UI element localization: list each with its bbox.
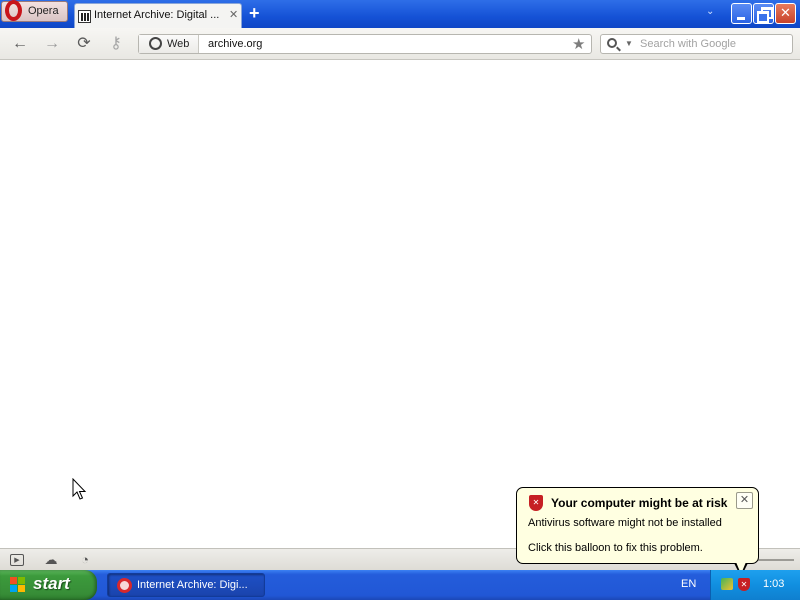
navigation-toolbar: ← → ⟳ ⚷ Web archive.org ★ ▼ Search with …: [0, 28, 800, 60]
clock[interactable]: 1:03: [763, 578, 784, 590]
forward-arrow-icon[interactable]: →: [42, 34, 62, 54]
opera-logo-icon: [5, 0, 22, 21]
search-engine-dropdown-icon[interactable]: ▼: [625, 39, 633, 48]
start-button[interactable]: start: [0, 570, 97, 600]
security-alert-balloon[interactable]: ✕ Your computer might be at risk ✕ Antiv…: [516, 487, 759, 564]
reload-icon[interactable]: ⟳: [74, 34, 94, 54]
taskbar-window-title: Internet Archive: Digi...: [137, 579, 248, 591]
close-window-button[interactable]: [775, 3, 796, 24]
star-bookmark-icon[interactable]: ★: [572, 35, 585, 53]
balloon-action-text[interactable]: Click this balloon to fix this problem.: [528, 542, 703, 554]
balloon-title: Your computer might be at risk: [551, 496, 728, 510]
minimize-button[interactable]: [731, 3, 752, 24]
globe-icon: [149, 37, 162, 50]
opera-turbo-icon[interactable]: ◔: [78, 553, 92, 566]
windows-flag-icon: [10, 577, 27, 593]
network-icon[interactable]: [721, 578, 733, 590]
search-field[interactable]: ▼ Search with Google: [600, 34, 793, 54]
search-input[interactable]: Search with Google: [640, 38, 736, 50]
opera-unite-cloud-icon[interactable]: ☁: [44, 553, 58, 566]
archive-favicon-icon: [78, 10, 91, 23]
start-label: start: [33, 574, 70, 593]
key-wand-icon[interactable]: ⚷: [106, 34, 126, 54]
new-tab-icon[interactable]: +: [249, 3, 260, 24]
taskbar-window-button[interactable]: Internet Archive: Digi...: [107, 573, 265, 597]
system-tray: ✕ 1:03: [710, 570, 800, 600]
back-arrow-icon[interactable]: ←: [10, 34, 30, 54]
security-center-shield-icon[interactable]: ✕: [738, 578, 750, 591]
restore-button[interactable]: [753, 3, 774, 24]
address-input[interactable]: archive.org: [208, 38, 262, 50]
opera-logo-icon: [117, 578, 132, 593]
tab-title: Internet Archive: Digital ...: [94, 9, 220, 21]
language-indicator[interactable]: EN: [681, 578, 696, 590]
page-content: [0, 61, 800, 548]
taskbar: start Internet Archive: Digi... EN ✕ 1:0…: [0, 570, 800, 600]
address-bar[interactable]: Web archive.org ★: [138, 34, 592, 54]
mouse-pointer-icon: [72, 478, 87, 500]
site-info-badge[interactable]: Web: [139, 35, 199, 53]
panel-toggle-icon[interactable]: ▶: [10, 554, 24, 566]
opera-menu-button[interactable]: Opera: [1, 0, 68, 22]
tab-close-icon[interactable]: ✕: [229, 8, 238, 21]
balloon-close-button[interactable]: ✕: [736, 492, 753, 509]
balloon-message: Antivirus software might not be installe…: [528, 517, 722, 529]
opera-menu-label: Opera: [28, 5, 59, 17]
site-info-label: Web: [167, 38, 190, 50]
tab-list-chevron-icon[interactable]: ⌄: [706, 6, 714, 17]
security-shield-icon: ✕: [529, 495, 543, 511]
tab-bar: Opera Internet Archive: Digital ... ✕ + …: [0, 0, 800, 28]
tab-internet-archive[interactable]: Internet Archive: Digital ... ✕: [74, 3, 242, 28]
magnifier-icon: [607, 38, 617, 48]
